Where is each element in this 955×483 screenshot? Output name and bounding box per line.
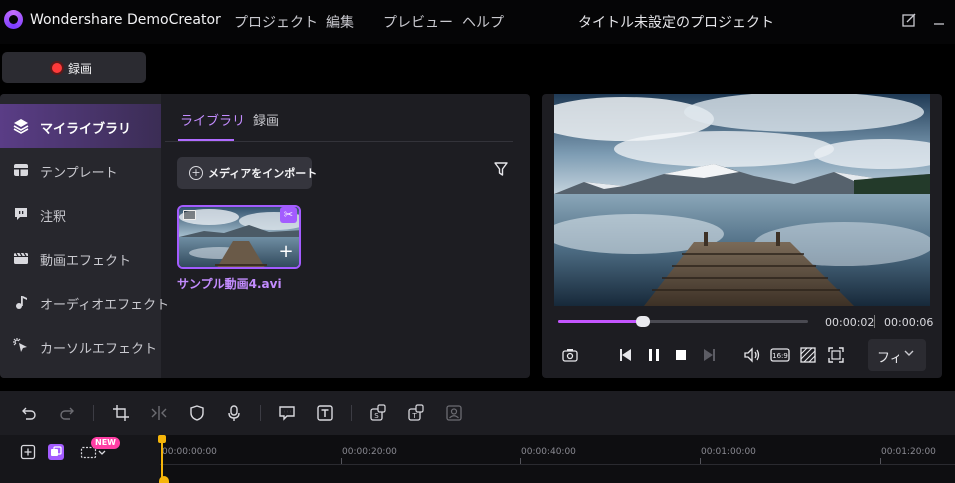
- chevron-down-icon: [904, 348, 914, 361]
- playhead-handle[interactable]: [158, 435, 166, 443]
- add-to-timeline-icon[interactable]: +: [278, 243, 294, 261]
- speed-icon[interactable]: S: [369, 404, 387, 422]
- shield-icon[interactable]: [188, 404, 206, 422]
- sidebar-item-label: 動画エフェクト: [40, 254, 132, 269]
- pause-icon[interactable]: [645, 346, 663, 364]
- record-dot-icon: [52, 63, 62, 73]
- ruler-tick: [520, 458, 521, 464]
- template-icon: [12, 161, 30, 179]
- volume-icon[interactable]: [743, 346, 761, 364]
- cursor-effect-icon: [12, 337, 30, 355]
- progress-fill: [558, 320, 643, 323]
- layers-icon: [12, 117, 30, 135]
- total-time: 00:00:06: [884, 316, 934, 329]
- crop-icon[interactable]: [112, 404, 130, 422]
- feedback-icon[interactable]: [901, 12, 917, 28]
- stop-icon[interactable]: [672, 346, 690, 364]
- timeline-toolbar: [0, 391, 955, 435]
- svg-text:T: T: [411, 412, 417, 420]
- sidebar-item-label: マイライブラリ: [40, 122, 132, 137]
- redo-icon[interactable]: [58, 404, 76, 422]
- current-time: 00:00:02: [825, 316, 875, 329]
- sidebar-item-label: カーソルエフェクト: [40, 342, 158, 357]
- playhead-marker[interactable]: [159, 476, 169, 483]
- tab-library[interactable]: ライブラリ: [180, 110, 245, 129]
- audio-effect-icon: [12, 293, 30, 311]
- ruler-tick: [341, 458, 342, 464]
- new-badge: NEW: [91, 437, 120, 449]
- tab-divider: [165, 141, 513, 142]
- toolbar-divider: [260, 405, 261, 421]
- text-icon[interactable]: [316, 404, 334, 422]
- tick-label: 00:01:00:00: [701, 447, 756, 457]
- svg-text:S: S: [374, 412, 379, 420]
- scissors-icon[interactable]: ✂: [280, 207, 297, 223]
- split-icon[interactable]: [150, 404, 168, 422]
- app-name: Wondershare DemoCreator: [30, 12, 221, 28]
- toolbar-divider: [351, 405, 352, 421]
- screenshot-icon[interactable]: [561, 346, 579, 364]
- microphone-icon[interactable]: [225, 404, 243, 422]
- project-title: タイトル未設定のプロジェクト: [578, 15, 774, 31]
- app-logo-icon: [4, 10, 23, 29]
- filter-icon[interactable]: [493, 161, 509, 177]
- ruler-tick: [880, 458, 881, 464]
- tick-label: 00:00:40:00: [521, 447, 576, 457]
- toolbar-divider: [93, 405, 94, 421]
- tick-label: 00:01:20:00: [881, 447, 936, 457]
- aspect-ratio-icon[interactable]: 16:9: [770, 346, 790, 364]
- step-back-icon[interactable]: [617, 346, 635, 364]
- video-preview[interactable]: [554, 94, 930, 306]
- sidebar-item-label: テンプレート: [40, 166, 118, 181]
- fullscreen-icon[interactable]: [827, 346, 845, 364]
- progress-handle[interactable]: [636, 316, 650, 327]
- menu-project[interactable]: プロジェクト: [234, 12, 318, 32]
- time-separator: [874, 315, 875, 328]
- ruler-tick: [700, 458, 701, 464]
- menu-edit[interactable]: 編集: [326, 12, 354, 32]
- sidebar-item-label: オーディオエフェクト: [40, 298, 170, 313]
- video-effect-icon: [12, 249, 30, 267]
- zoom-fit-label: フィット: [877, 351, 899, 366]
- plus-circle-icon: +: [189, 166, 203, 180]
- video-type-icon: [183, 210, 196, 220]
- add-track-icon[interactable]: [20, 444, 36, 460]
- tick-label: 00:00:00:00: [162, 447, 217, 457]
- import-media-label: メディアをインポート: [208, 167, 318, 180]
- undo-icon[interactable]: [20, 404, 38, 422]
- face-mask-icon[interactable]: [445, 404, 463, 422]
- ruler-baseline: [160, 464, 955, 465]
- menu-preview[interactable]: プレビュー: [383, 12, 453, 32]
- caption-icon[interactable]: [278, 404, 296, 422]
- track-layers-icon[interactable]: [48, 444, 64, 460]
- media-filename: サンプル動画4.avi: [177, 277, 282, 291]
- step-forward-icon[interactable]: [700, 346, 718, 364]
- svg-text:16:9: 16:9: [772, 352, 788, 360]
- record-label: 録画: [68, 62, 93, 76]
- annotation-icon: [12, 205, 30, 223]
- tab-recordings[interactable]: 録画: [253, 110, 279, 129]
- sidebar-item-label: 注釈: [40, 210, 67, 225]
- menu-help[interactable]: ヘルプ: [462, 12, 504, 32]
- transparent-bg-icon[interactable]: [799, 346, 817, 364]
- tick-label: 00:00:20:00: [342, 447, 397, 457]
- transition-icon[interactable]: T: [407, 404, 425, 422]
- minimize-icon[interactable]: [931, 12, 947, 28]
